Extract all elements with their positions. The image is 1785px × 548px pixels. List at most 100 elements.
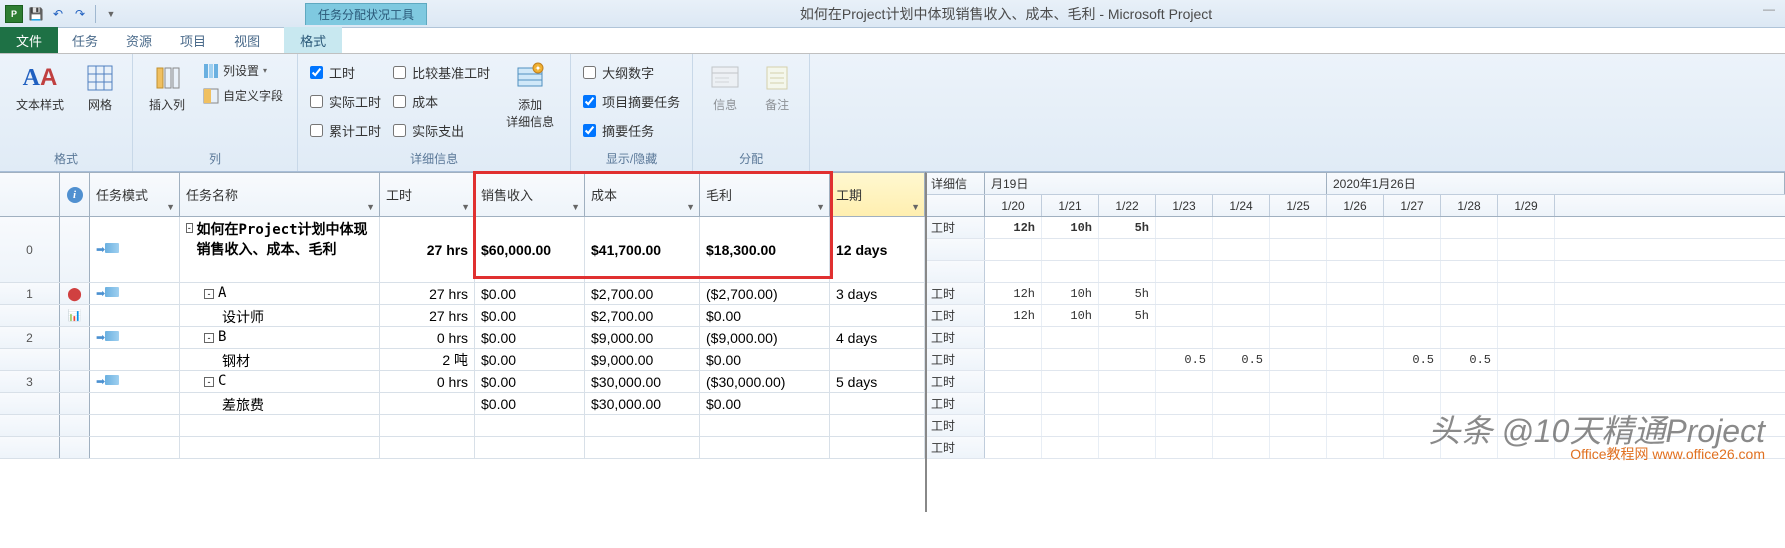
timephased-cell[interactable]: 10h: [1042, 283, 1099, 304]
undo-icon[interactable]: ↶: [48, 4, 68, 24]
timephased-cell[interactable]: [1213, 437, 1270, 458]
timephased-cell[interactable]: [1213, 393, 1270, 414]
col-indicator[interactable]: i: [60, 173, 90, 216]
indicator-cell[interactable]: [60, 415, 90, 436]
timephased-cell[interactable]: [1156, 305, 1213, 326]
timephased-cell[interactable]: [1441, 327, 1498, 348]
task-name-cell[interactable]: -B: [180, 327, 380, 348]
timephased-cell[interactable]: [1213, 239, 1270, 260]
chk-baseline-work[interactable]: 比较基准工时: [391, 60, 492, 85]
timephased-cell[interactable]: [1156, 415, 1213, 436]
duration-cell[interactable]: [830, 393, 925, 414]
timephased-cell[interactable]: [1270, 239, 1327, 260]
timephased-cell[interactable]: [1042, 349, 1099, 370]
work-cell[interactable]: 0 hrs: [380, 327, 475, 348]
timescale-day[interactable]: 1/26: [1327, 195, 1384, 216]
task-mode-cell[interactable]: ➡: [90, 217, 180, 282]
table-row[interactable]: 0➡-如何在Project计划中体现销售收入、成本、毛利27 hrs$60,00…: [0, 217, 925, 283]
timephased-cell[interactable]: 12h: [985, 217, 1042, 238]
timephased-cell[interactable]: [1042, 393, 1099, 414]
qat-dropdown-icon[interactable]: ▼: [101, 4, 121, 24]
col-sales[interactable]: 销售收入▼: [475, 173, 585, 216]
chk-actual-work[interactable]: 实际工时: [308, 89, 383, 114]
timephased-cell[interactable]: 12h: [985, 305, 1042, 326]
chk-summary-tasks[interactable]: 摘要任务: [581, 118, 682, 143]
timephased-cell[interactable]: [1327, 261, 1384, 282]
sales-cell[interactable]: $60,000.00: [475, 217, 585, 282]
timephased-cell[interactable]: [1327, 393, 1384, 414]
timephased-cell[interactable]: [1042, 371, 1099, 392]
chk-cost[interactable]: 成本: [391, 89, 492, 114]
cost-cell[interactable]: $41,700.00: [585, 217, 700, 282]
timephased-row[interactable]: 工时0.50.50.50.5: [927, 349, 1785, 371]
timescale-day[interactable]: 1/28: [1441, 195, 1498, 216]
timephased-cell[interactable]: [1042, 415, 1099, 436]
timephased-cell[interactable]: [1327, 217, 1384, 238]
work-cell[interactable]: 27 hrs: [380, 217, 475, 282]
minimize-icon[interactable]: —: [1763, 2, 1775, 16]
table-row[interactable]: [0, 415, 925, 437]
timephased-cell[interactable]: [1099, 261, 1156, 282]
task-name-cell[interactable]: 钢材: [180, 349, 380, 370]
outline-toggle-icon[interactable]: -: [204, 289, 214, 299]
timephased-cell[interactable]: [985, 393, 1042, 414]
timephased-cell[interactable]: 12h: [985, 283, 1042, 304]
timephased-cell[interactable]: [1270, 393, 1327, 414]
timephased-row[interactable]: 工时: [927, 327, 1785, 349]
cost-cell[interactable]: $30,000.00: [585, 371, 700, 392]
duration-cell[interactable]: [830, 349, 925, 370]
task-mode-cell[interactable]: ➡: [90, 283, 180, 304]
timephased-cell[interactable]: 0.5: [1384, 349, 1441, 370]
timephased-cell[interactable]: [1384, 217, 1441, 238]
work-cell[interactable]: 27 hrs: [380, 305, 475, 326]
timephased-cell[interactable]: [1441, 305, 1498, 326]
outline-toggle-icon[interactable]: -: [186, 223, 193, 233]
timephased-row[interactable]: 工时12h10h5h: [927, 305, 1785, 327]
timephased-cell[interactable]: [1213, 327, 1270, 348]
timephased-cell[interactable]: [1498, 261, 1555, 282]
row-number[interactable]: [0, 349, 60, 370]
timephased-cell[interactable]: [1498, 371, 1555, 392]
duration-cell[interactable]: [830, 305, 925, 326]
timescale-day[interactable]: 1/23: [1156, 195, 1213, 216]
task-name-cell[interactable]: [180, 437, 380, 458]
row-number[interactable]: 3: [0, 371, 60, 392]
timephased-cell[interactable]: [985, 327, 1042, 348]
timephased-cell[interactable]: [1384, 239, 1441, 260]
timephased-cell[interactable]: [1384, 327, 1441, 348]
row-header-corner[interactable]: [0, 173, 60, 216]
timephased-cell[interactable]: [1441, 261, 1498, 282]
timephased-cell[interactable]: [1099, 239, 1156, 260]
timephased-cell[interactable]: [1156, 239, 1213, 260]
timephased-cell[interactable]: [1042, 261, 1099, 282]
task-name-cell[interactable]: 差旅费: [180, 393, 380, 414]
tab-project[interactable]: 项目: [166, 27, 220, 53]
cost-cell[interactable]: $9,000.00: [585, 327, 700, 348]
margin-cell[interactable]: [700, 415, 830, 436]
margin-cell[interactable]: $0.00: [700, 393, 830, 414]
timephased-cell[interactable]: 10h: [1042, 217, 1099, 238]
margin-cell[interactable]: ($30,000.00): [700, 371, 830, 392]
timephased-cell[interactable]: [1042, 327, 1099, 348]
row-number[interactable]: [0, 393, 60, 414]
timescale-day[interactable]: 1/24: [1213, 195, 1270, 216]
timephased-cell[interactable]: 10h: [1042, 305, 1099, 326]
timephased-cell[interactable]: [1099, 327, 1156, 348]
app-icon[interactable]: P: [4, 4, 24, 24]
timephased-cell[interactable]: [1156, 283, 1213, 304]
indicator-cell[interactable]: 📊: [60, 305, 90, 326]
duration-cell[interactable]: 3 days: [830, 283, 925, 304]
information-button[interactable]: 信息: [703, 58, 747, 117]
timephased-cell[interactable]: [1099, 393, 1156, 414]
timescale-span-2[interactable]: 2020年1月26日: [1327, 173, 1785, 194]
cost-cell[interactable]: $2,700.00: [585, 283, 700, 304]
timescale-day[interactable]: 1/27: [1384, 195, 1441, 216]
timephased-cell[interactable]: 5h: [1099, 305, 1156, 326]
timephased-cell[interactable]: [1441, 239, 1498, 260]
timephased-cell[interactable]: [1498, 349, 1555, 370]
timephased-cell[interactable]: [1213, 283, 1270, 304]
timephased-cell[interactable]: [1270, 261, 1327, 282]
task-mode-cell[interactable]: [90, 437, 180, 458]
outline-toggle-icon[interactable]: -: [204, 333, 214, 343]
timephased-cell[interactable]: [1327, 239, 1384, 260]
